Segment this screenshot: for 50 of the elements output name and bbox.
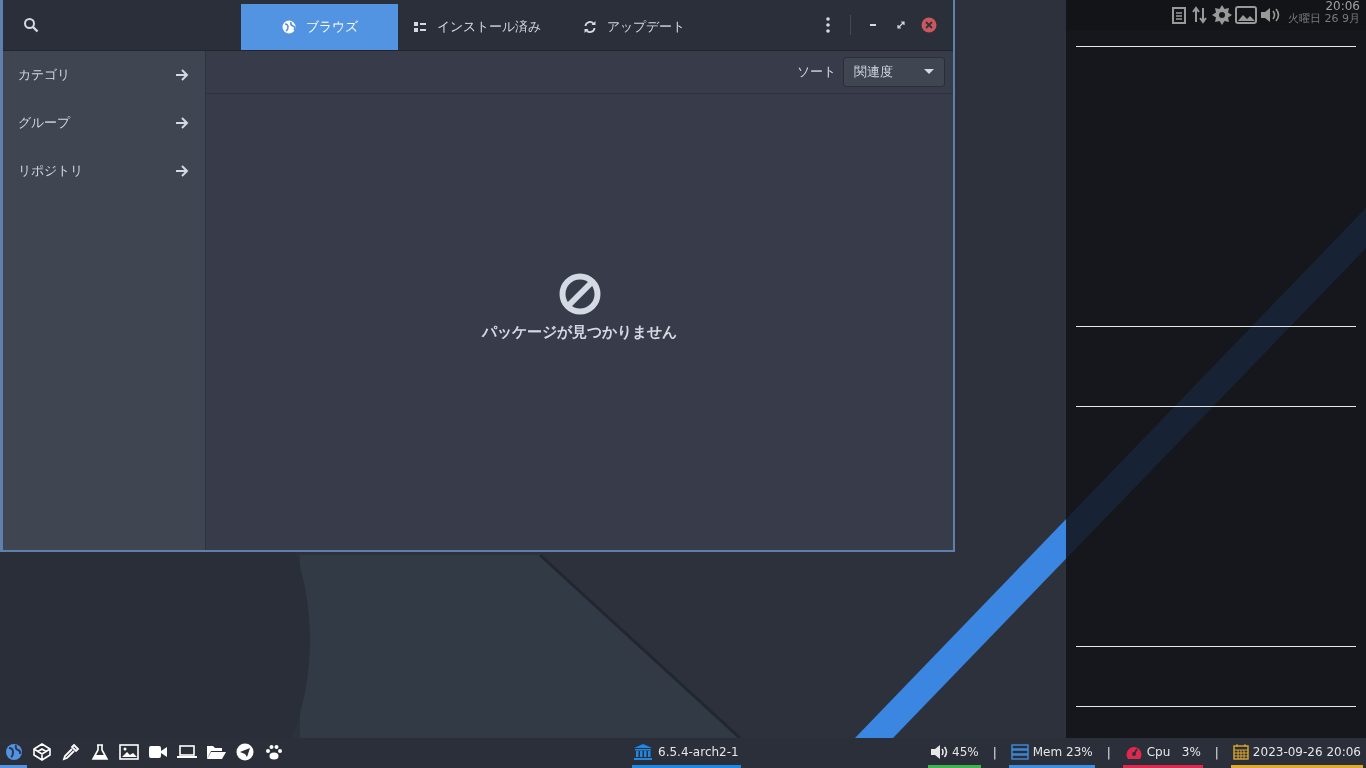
kernel-version: 6.5.4-arch2-1 (658, 744, 739, 759)
server-icon (1010, 743, 1029, 760)
arrow-right-icon (175, 117, 189, 129)
volume-reading: 45% (952, 744, 979, 759)
settings-icon (1212, 5, 1232, 25)
memory-reading: Mem 23% (1032, 744, 1093, 759)
empty-message: パッケージが見つかりません (482, 322, 677, 342)
globe-icon (281, 20, 296, 34)
laptop-icon (176, 743, 197, 760)
cube-icon (32, 742, 51, 761)
list-icon (412, 20, 427, 34)
sort-dropdown[interactable]: 関連度 (843, 57, 945, 87)
folder-icon (205, 743, 226, 760)
tab[interactable]: インストール済み (398, 4, 555, 50)
calendar-reading: 2023-09-26 20:06 (1252, 744, 1361, 759)
clock-time: 20:06 (1325, 0, 1360, 13)
clipboard-icon (1170, 6, 1188, 24)
divider-text: | (1213, 745, 1220, 762)
volume-icon (1260, 6, 1280, 24)
minimize-icon (870, 24, 876, 26)
prohibited-icon (558, 272, 601, 315)
flask-icon (90, 742, 109, 761)
tab[interactable]: アップデート (555, 4, 712, 50)
cpu-reading: Cpu 3% (1146, 744, 1201, 759)
globe-icon (4, 742, 23, 761)
clock-date: 火曜日 26 9月 (1288, 13, 1360, 26)
close-icon (921, 17, 937, 33)
dropper-icon (61, 742, 80, 761)
menu-icon (826, 17, 830, 33)
paw-icon (264, 742, 283, 761)
arrow-right-icon (175, 69, 189, 81)
send-icon (235, 742, 254, 761)
image-icon (1235, 6, 1257, 24)
calendar-icon (1232, 743, 1249, 760)
image-icon (118, 742, 139, 761)
arrow-right-icon (175, 165, 189, 177)
camera-icon (147, 743, 168, 760)
search-icon (23, 17, 39, 33)
divider-text: | (1105, 745, 1112, 762)
sidebar-item[interactable]: グループ (3, 99, 205, 147)
refresh-icon (582, 20, 597, 34)
caret-icon (924, 69, 934, 75)
transfer-icon (1191, 6, 1209, 24)
sort-label: ソート (797, 63, 836, 81)
sidebar-item[interactable]: カテゴリ (3, 51, 205, 99)
bank-icon (634, 743, 652, 760)
maximize-icon (897, 21, 905, 29)
sidebar-item[interactable]: リポジトリ (3, 147, 205, 195)
volume-icon (930, 743, 949, 760)
divider-text: | (991, 745, 998, 762)
